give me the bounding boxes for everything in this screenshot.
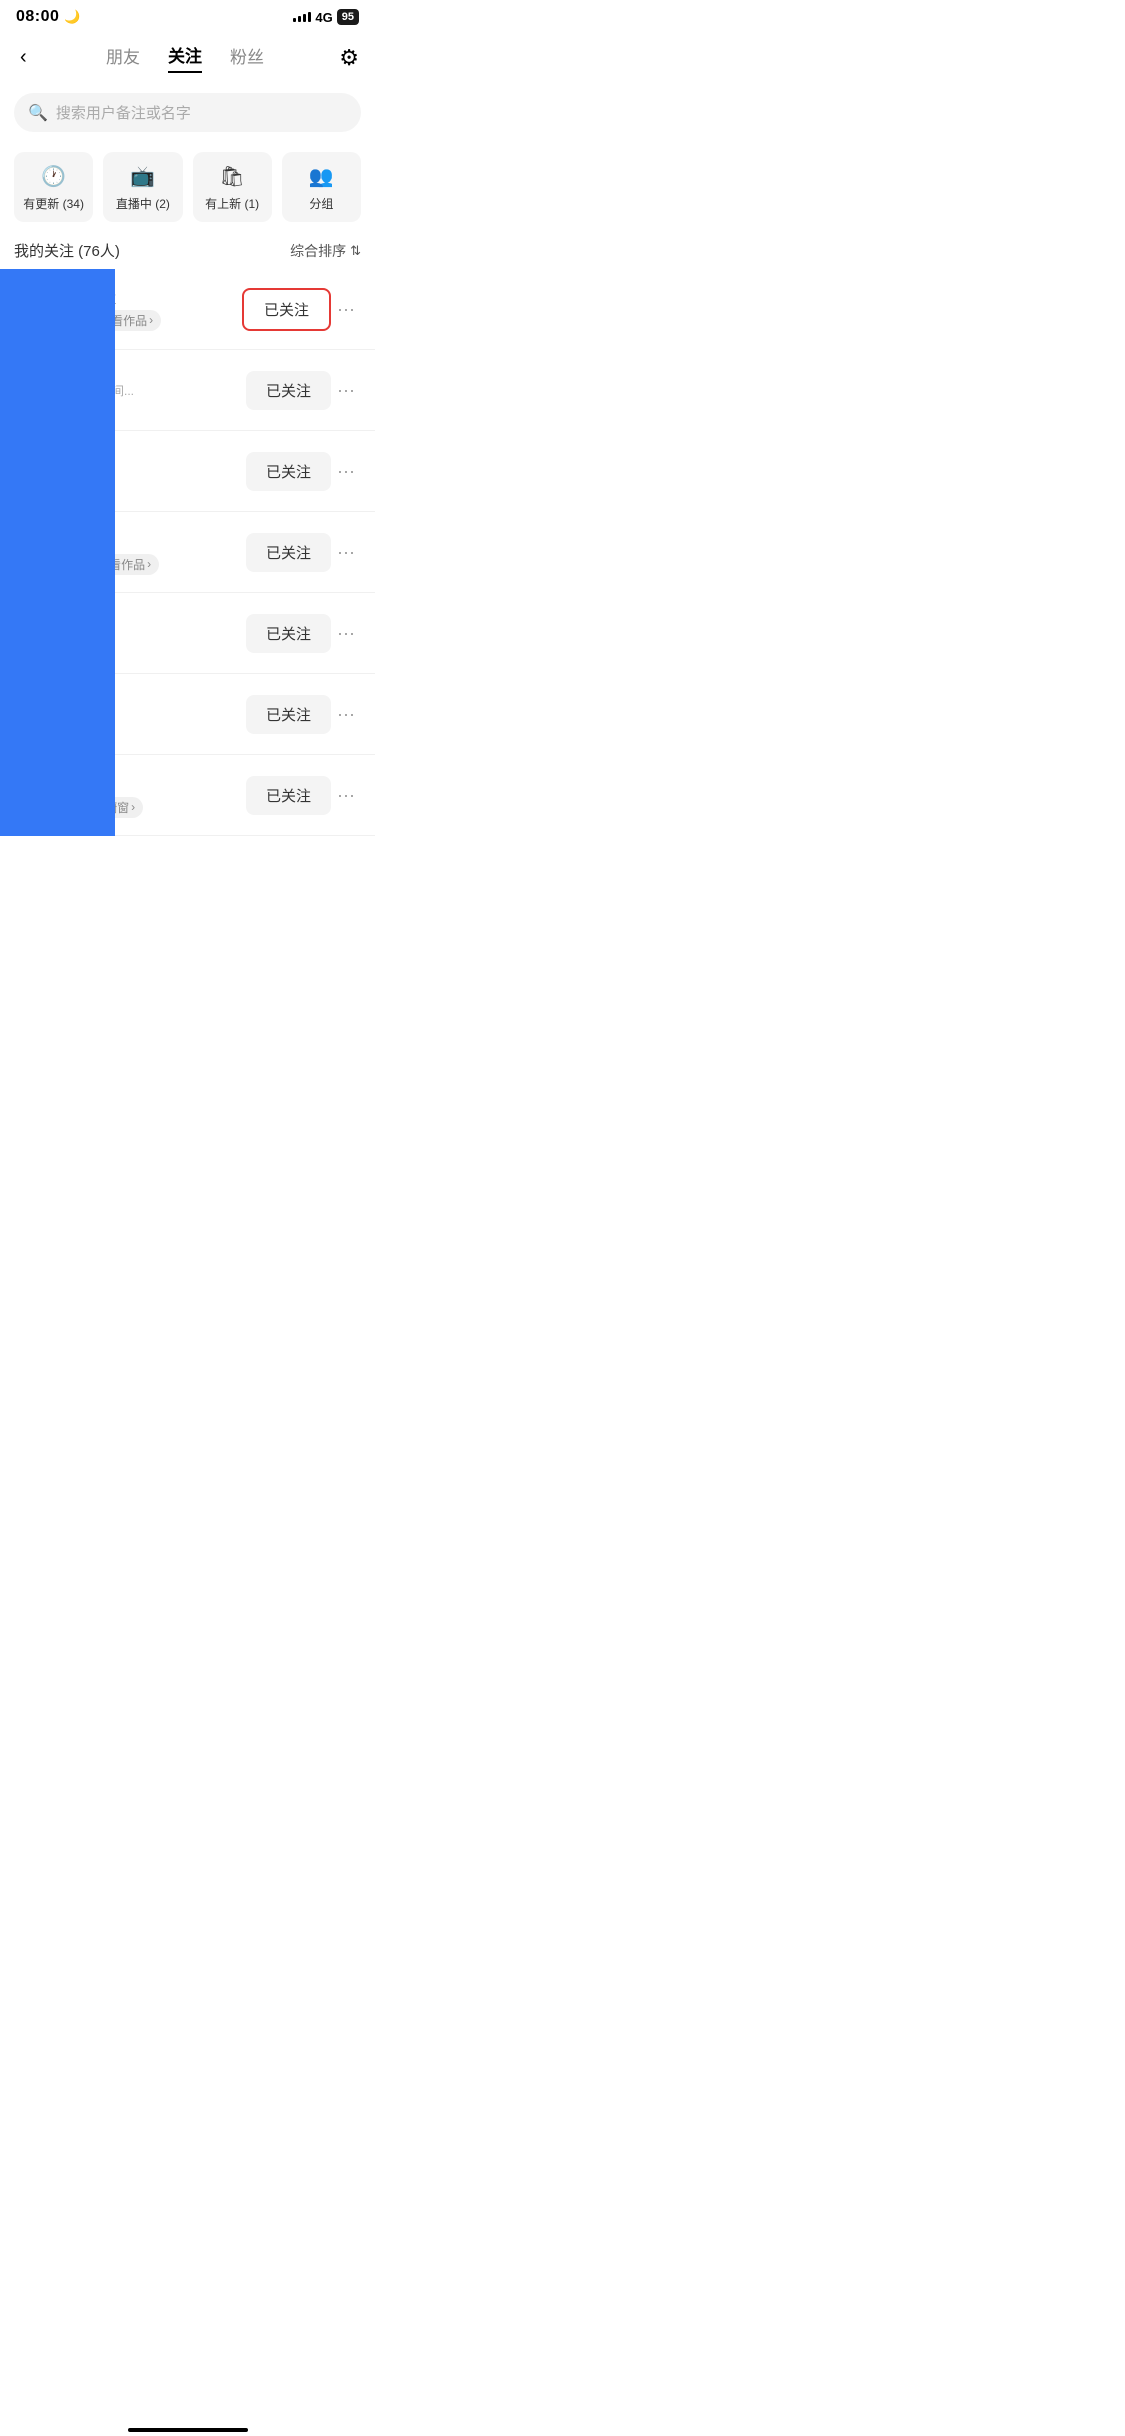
battery-indicator: 95 [337, 9, 359, 25]
tab-friends[interactable]: 朋友 [106, 43, 140, 72]
nav-bar: ‹ 朋友 关注 粉丝 ⚙ [0, 32, 375, 83]
blue-overlay [0, 269, 115, 836]
chevron-icon: › [147, 557, 151, 571]
filter-group[interactable]: 👥 分组 [282, 152, 361, 222]
settings-button[interactable]: ⚙ [339, 45, 359, 71]
tab-fans[interactable]: 粉丝 [230, 43, 264, 72]
status-time: 08:00 [16, 8, 59, 26]
sort-icon: ⇅ [350, 243, 361, 259]
home-bar [128, 2428, 248, 2432]
follow-button-7[interactable]: 已关注 [246, 776, 331, 815]
moon-icon: 🌙 [64, 9, 80, 25]
updates-icon: 🕐 [41, 164, 66, 189]
follow-button-1[interactable]: 已关注 [242, 288, 331, 331]
more-button-4[interactable]: ··· [331, 542, 361, 563]
user-list: ✏ 备注 看 | 看作品 › 已关注 ··· 的直播间... 已关注 ··· [0, 269, 375, 836]
section-header: 我的关注 (76人) 综合排序 ⇅ [0, 232, 375, 269]
more-button-1[interactable]: ··· [331, 299, 361, 320]
chevron-icon: › [149, 313, 153, 327]
sort-button[interactable]: 综合排序 ⇅ [290, 241, 361, 261]
search-placeholder: 搜索用户备注或名字 [56, 102, 191, 123]
back-button[interactable]: ‹ [16, 42, 31, 73]
section-title: 我的关注 (76人) [14, 240, 120, 261]
status-right: 4G 95 [293, 9, 359, 25]
sort-label-text: 综合排序 [290, 241, 346, 261]
filter-live[interactable]: 📺 直播中 (2) [103, 152, 182, 222]
filter-row: 🕐 有更新 (34) 📺 直播中 (2) 🛍 有上新 (1) 👥 分组 [0, 142, 375, 232]
tab-following[interactable]: 关注 [168, 42, 202, 73]
more-button-3[interactable]: ··· [331, 461, 361, 482]
chevron-icon: › [131, 800, 135, 814]
network-type: 4G [315, 10, 332, 25]
nav-tabs: 朋友 关注 粉丝 [31, 42, 340, 73]
new-icon: 🛍 [219, 164, 244, 189]
home-indicator [0, 2420, 375, 2436]
filter-new[interactable]: 🛍 有上新 (1) [193, 152, 272, 222]
filter-updates[interactable]: 🕐 有更新 (34) [14, 152, 93, 222]
search-icon: 🔍 [28, 103, 48, 123]
updates-label: 有更新 (34) [23, 195, 84, 212]
follow-button-6[interactable]: 已关注 [246, 695, 331, 734]
new-label: 有上新 (1) [205, 195, 259, 212]
more-button-5[interactable]: ··· [331, 623, 361, 644]
signal-icon [293, 12, 311, 22]
follow-button-5[interactable]: 已关注 [246, 614, 331, 653]
follow-button-3[interactable]: 已关注 [246, 452, 331, 491]
group-icon: 👥 [309, 164, 334, 189]
more-button-2[interactable]: ··· [331, 380, 361, 401]
more-button-6[interactable]: ··· [331, 704, 361, 725]
live-label: 直播中 (2) [116, 195, 170, 212]
follow-button-4[interactable]: 已关注 [246, 533, 331, 572]
group-label: 分组 [309, 195, 333, 212]
follow-button-2[interactable]: 已关注 [246, 371, 331, 410]
live-icon: 📺 [130, 164, 155, 189]
status-bar: 08:00 🌙 4G 95 [0, 0, 375, 32]
more-button-7[interactable]: ··· [331, 785, 361, 806]
works-label: 看作品 [111, 312, 147, 329]
search-bar[interactable]: 🔍 搜索用户备注或名字 [14, 93, 361, 132]
